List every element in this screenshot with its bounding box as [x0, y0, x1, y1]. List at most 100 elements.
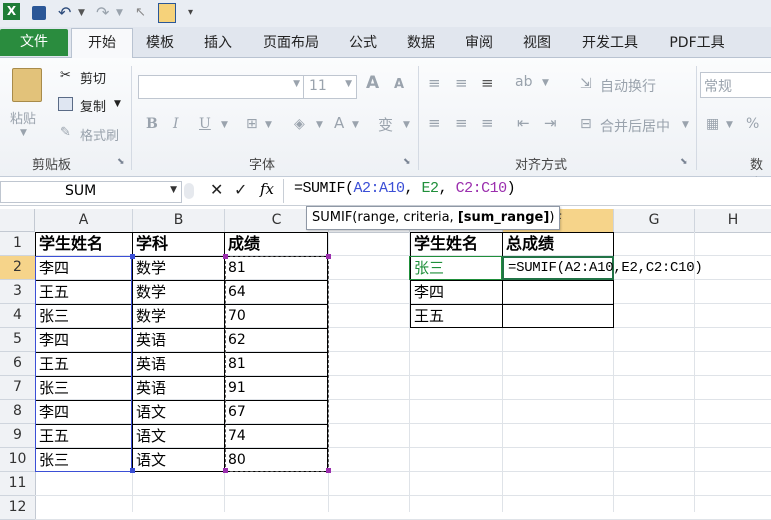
select-all-corner[interactable]	[0, 209, 35, 232]
table1-cell[interactable]: 语文	[133, 448, 224, 472]
shrink-font-button[interactable]: A	[394, 77, 404, 92]
font-color-icon[interactable]: A	[334, 114, 344, 132]
table1-cell[interactable]: 数学	[133, 280, 224, 304]
align-right-icon[interactable]: ≡	[481, 114, 494, 132]
fill-dropdown-icon[interactable]: ▼	[316, 120, 323, 130]
table1-cell[interactable]: 英语	[133, 376, 224, 400]
align-top-icon[interactable]: ≡	[428, 74, 441, 92]
decrease-indent-icon[interactable]: ⇤	[517, 114, 530, 132]
wrap-text-button[interactable]: 自动换行	[600, 76, 656, 96]
table1-cell[interactable]: 李四	[36, 328, 132, 352]
row-header-10[interactable]: 10	[0, 448, 36, 472]
tab-view[interactable]: 视图	[517, 32, 557, 54]
align-center-icon[interactable]: ≡	[455, 114, 468, 132]
format-painter-icon[interactable]: ✎	[60, 125, 71, 140]
table1-cell[interactable]: 81	[225, 352, 328, 376]
table2-header-cell[interactable]: 学生姓名	[411, 232, 502, 256]
fill-color-icon[interactable]: ◈	[294, 116, 305, 132]
row-header-2[interactable]: 2	[0, 256, 36, 280]
border-dropdown-icon[interactable]: ▼	[265, 120, 272, 130]
column-header-a[interactable]: A	[35, 209, 133, 233]
table1-header-cell[interactable]: 学生姓名	[36, 232, 132, 256]
phonetic-icon[interactable]: 变	[378, 114, 393, 135]
table1-header-cell[interactable]: 学科	[133, 232, 224, 256]
increase-indent-icon[interactable]: ⇥	[544, 114, 557, 132]
align-left-icon[interactable]: ≡	[428, 114, 441, 132]
redo-dropdown-icon[interactable]: ▼	[116, 4, 123, 22]
format-painter-button[interactable]: 格式刷	[80, 125, 119, 144]
table2-name-cell[interactable]: 张三	[411, 256, 502, 280]
paste-dropdown-icon[interactable]: ▼	[20, 128, 27, 138]
table1-cell[interactable]: 64	[225, 280, 328, 304]
align-bottom-icon[interactable]: ≡	[481, 74, 494, 92]
number-format-select[interactable]: 常规	[700, 72, 771, 98]
excel-icon[interactable]: X	[3, 3, 20, 20]
merge-dropdown-icon[interactable]: ▼	[682, 120, 689, 130]
orientation-dropdown-icon[interactable]: ▼	[542, 78, 549, 88]
undo-dropdown-icon[interactable]: ▼	[78, 4, 85, 22]
row-header-4[interactable]: 4	[0, 304, 36, 328]
table1-cell[interactable]: 80	[225, 448, 328, 472]
row-header-9[interactable]: 9	[0, 424, 36, 448]
copy-button[interactable]: 复制	[80, 96, 106, 115]
save-icon[interactable]	[32, 6, 46, 20]
name-box[interactable]: SUM ▼	[0, 181, 182, 203]
tab-pdf-tools[interactable]: PDF工具	[664, 32, 730, 54]
table1-cell[interactable]: 王五	[36, 424, 132, 448]
tab-home[interactable]: 开始	[71, 28, 133, 58]
clipboard-launcher-icon[interactable]: ⬊	[117, 157, 125, 167]
column-header-g[interactable]: G	[614, 209, 695, 233]
enter-icon[interactable]: ✓	[234, 180, 247, 199]
undo-icon[interactable]: ↶	[58, 4, 71, 22]
tab-page-layout[interactable]: 页面布局	[256, 32, 326, 54]
tab-template[interactable]: 模板	[140, 32, 180, 54]
align-middle-icon[interactable]: ≡	[455, 74, 468, 92]
column-header-h[interactable]: H	[695, 209, 771, 233]
formula-input[interactable]: =SUMIF(A2:A10, E2, C2:C10)	[294, 180, 516, 197]
column-header-b[interactable]: B	[133, 209, 225, 233]
phonetic-dropdown-icon[interactable]: ▼	[403, 120, 410, 130]
table1-cell[interactable]: 李四	[36, 256, 132, 280]
paste-button[interactable]: 粘贴	[10, 108, 36, 127]
font-size-select[interactable]: 11 ▼	[303, 75, 357, 99]
row-header-3[interactable]: 3	[0, 280, 36, 304]
alignment-launcher-icon[interactable]: ⬊	[680, 157, 688, 167]
orientation-icon[interactable]: ab	[515, 74, 532, 90]
table2-header-cell[interactable]: 总成绩	[503, 232, 613, 256]
active-cell-editor[interactable]: =SUMIF(A2:A10,E2,C2:C10)	[505, 256, 771, 280]
table2-name-cell[interactable]: 王五	[411, 304, 502, 328]
grow-font-button[interactable]: A	[366, 73, 379, 93]
customize-icon[interactable]: ▾	[188, 4, 193, 22]
merge-center-icon[interactable]: ⊟	[580, 116, 592, 132]
layout-icon[interactable]	[158, 3, 176, 23]
font-color-dropdown-icon[interactable]: ▼	[352, 120, 359, 130]
font-launcher-icon[interactable]: ⬊	[403, 157, 411, 167]
tab-insert[interactable]: 插入	[198, 32, 238, 54]
font-name-select[interactable]: ▼	[138, 75, 305, 99]
cursor-icon[interactable]: ↖	[135, 4, 146, 22]
row-header-8[interactable]: 8	[0, 400, 36, 424]
redo-icon[interactable]: ↷	[96, 4, 109, 22]
table1-cell[interactable]: 张三	[36, 304, 132, 328]
table1-cell[interactable]: 70	[225, 304, 328, 328]
tab-data[interactable]: 数据	[401, 32, 441, 54]
paste-icon[interactable]	[12, 68, 42, 102]
table1-cell[interactable]: 王五	[36, 280, 132, 304]
underline-button[interactable]: U	[199, 116, 211, 132]
table1-cell[interactable]: 李四	[36, 400, 132, 424]
table1-cell[interactable]: 67	[225, 400, 328, 424]
row-header-5[interactable]: 5	[0, 328, 36, 352]
table2-name-cell[interactable]: 李四	[411, 280, 502, 304]
copy-dropdown-icon[interactable]: ▼	[114, 99, 121, 109]
copy-icon[interactable]	[58, 97, 73, 111]
tab-review[interactable]: 审阅	[459, 32, 499, 54]
row-header-12[interactable]: 12	[0, 496, 36, 520]
italic-button[interactable]: I	[173, 116, 179, 132]
currency-dropdown-icon[interactable]: ▼	[726, 120, 733, 130]
table1-cell[interactable]: 英语	[133, 352, 224, 376]
cancel-icon[interactable]: ✕	[210, 180, 223, 199]
table1-cell[interactable]: 62	[225, 328, 328, 352]
cut-icon[interactable]: ✂	[60, 68, 71, 83]
table1-cell[interactable]: 王五	[36, 352, 132, 376]
tab-developer[interactable]: 开发工具	[575, 32, 645, 54]
